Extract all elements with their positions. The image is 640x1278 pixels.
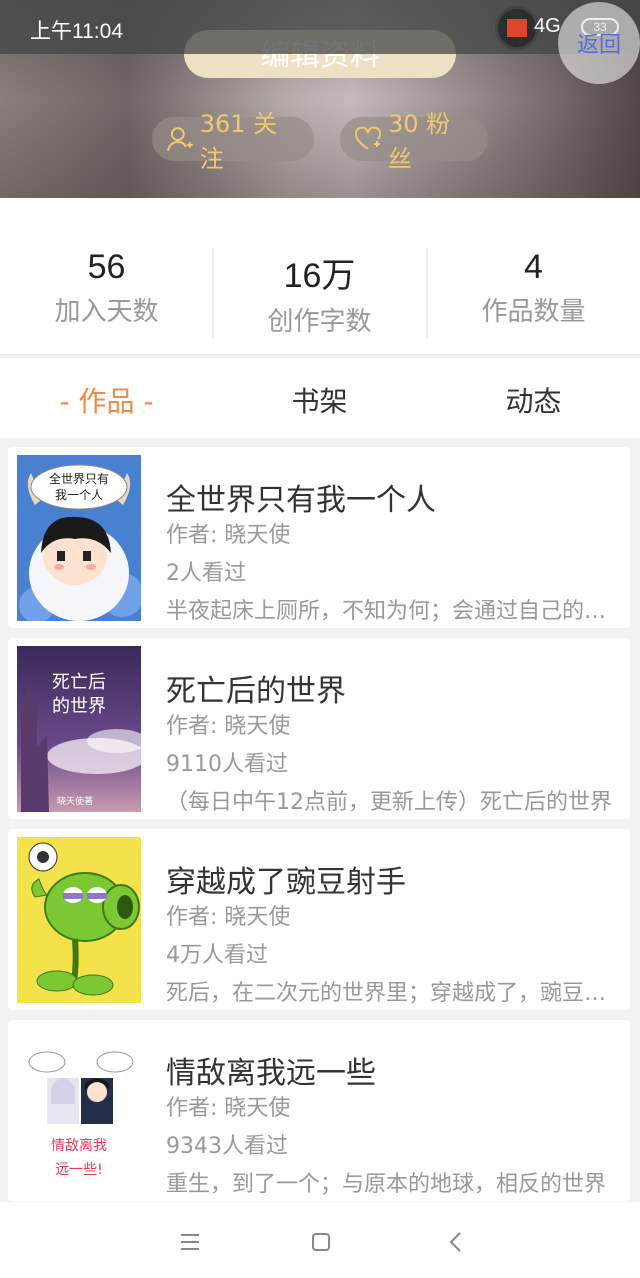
stat-value: 16万	[283, 257, 356, 295]
cover-title-line2: 的世界	[52, 696, 106, 717]
book-cover-image: 死亡后 的世界 晓天使著	[17, 646, 141, 812]
follow-count-label: 361 关注	[199, 110, 278, 173]
heart-plus-icon	[354, 126, 381, 150]
tab-works[interactable]: - 作品 -	[0, 380, 213, 420]
system-nav-bar	[0, 1202, 640, 1278]
book-views: 9110人看过	[166, 752, 288, 777]
book-item[interactable]: 情敌离我 远一些! 情敌离我远一些 作者: 晓天使 9343人看过 重生，到了一…	[8, 1020, 630, 1201]
network-indicator: 4G	[534, 15, 561, 37]
book-item[interactable]: 穿越成了豌豆射手 作者: 晓天使 4万人看过 死后，在二次元的世界里；穿越成了，…	[8, 829, 630, 1010]
book-description: 半夜起床上厕所，不知为何；会通过自己的双脚穿越到另一个世界	[166, 599, 612, 624]
stat-label: 加入天数	[54, 297, 159, 327]
stat-works-count: 4 作品数量	[427, 248, 640, 328]
cover-title-line2: 远一些!	[55, 1162, 103, 1178]
menu-icon[interactable]	[172, 1224, 208, 1260]
back-arrow-icon[interactable]	[438, 1224, 474, 1260]
book-title: 情敌离我远一些	[166, 1056, 376, 1091]
tab-bookshelf[interactable]: 书架	[213, 380, 426, 420]
notification-icon	[495, 6, 539, 50]
book-description: （每日中午12点前，更新上传）死亡后的世界	[166, 790, 612, 815]
book-views: 9343人看过	[166, 1134, 288, 1159]
book-cover-image: 全世界只有 我一个人	[17, 455, 141, 621]
tab-activity[interactable]: 动态	[427, 380, 640, 420]
home-icon[interactable]	[303, 1224, 339, 1260]
book-views: 2人看过	[166, 561, 246, 586]
cover-title-line1: 死亡后	[52, 672, 106, 693]
book-title: 死亡后的世界	[166, 674, 346, 709]
stat-value: 56	[87, 248, 126, 286]
fans-count-button[interactable]: 30 粉丝	[340, 110, 488, 173]
book-cover-image: 情敌离我 远一些!	[17, 1028, 141, 1194]
book-author: 作者: 晓天使	[166, 523, 291, 548]
book-author: 作者: 晓天使	[166, 1096, 291, 1121]
cover-author: 晓天使著	[57, 795, 93, 807]
book-title: 穿越成了豌豆射手	[166, 865, 406, 900]
stat-days-joined: 56 加入天数	[0, 248, 213, 328]
stats-panel: 56 加入天数 16万 创作字数 4 作品数量	[0, 198, 640, 356]
cover-title-line1: 全世界只有	[49, 471, 109, 486]
fans-count-label: 30 粉丝	[387, 110, 451, 173]
user-add-icon	[167, 127, 193, 152]
follow-count-button[interactable]: 361 关注	[152, 110, 314, 173]
book-description: 死后，在二次元的世界里；穿越成了，豌豆射手	[166, 981, 612, 1006]
profile-tabs: - 作品 - 书架 动态	[0, 358, 640, 438]
book-views: 4万人看过	[166, 943, 268, 968]
book-author: 作者: 晓天使	[166, 905, 291, 930]
book-description: 重生，到了一个；与原本的地球，相反的世界	[166, 1172, 607, 1197]
stat-words-written: 16万 创作字数	[213, 248, 426, 338]
stat-value: 4	[524, 248, 543, 286]
cover-title-line1: 情敌离我	[51, 1137, 107, 1154]
status-time: 上午11:04	[30, 20, 123, 43]
back-button[interactable]: 返回	[558, 2, 640, 84]
book-item[interactable]: 全世界只有 我一个人 全世界只有我一个人 作者: 晓天使 2人看过 半夜起床上厕…	[8, 447, 630, 628]
book-cover-image	[17, 837, 141, 1003]
status-bar: 上午11:04 4G 33	[0, 0, 640, 54]
cover-title-line2: 我一个人	[55, 488, 103, 502]
stat-label: 作品数量	[481, 297, 586, 327]
stat-label: 创作字数	[267, 307, 372, 337]
book-item[interactable]: 死亡后 的世界 晓天使著 死亡后的世界 作者: 晓天使 9110人看过 （每日中…	[8, 638, 630, 819]
book-author: 作者: 晓天使	[166, 714, 291, 739]
book-title: 全世界只有我一个人	[166, 483, 436, 518]
